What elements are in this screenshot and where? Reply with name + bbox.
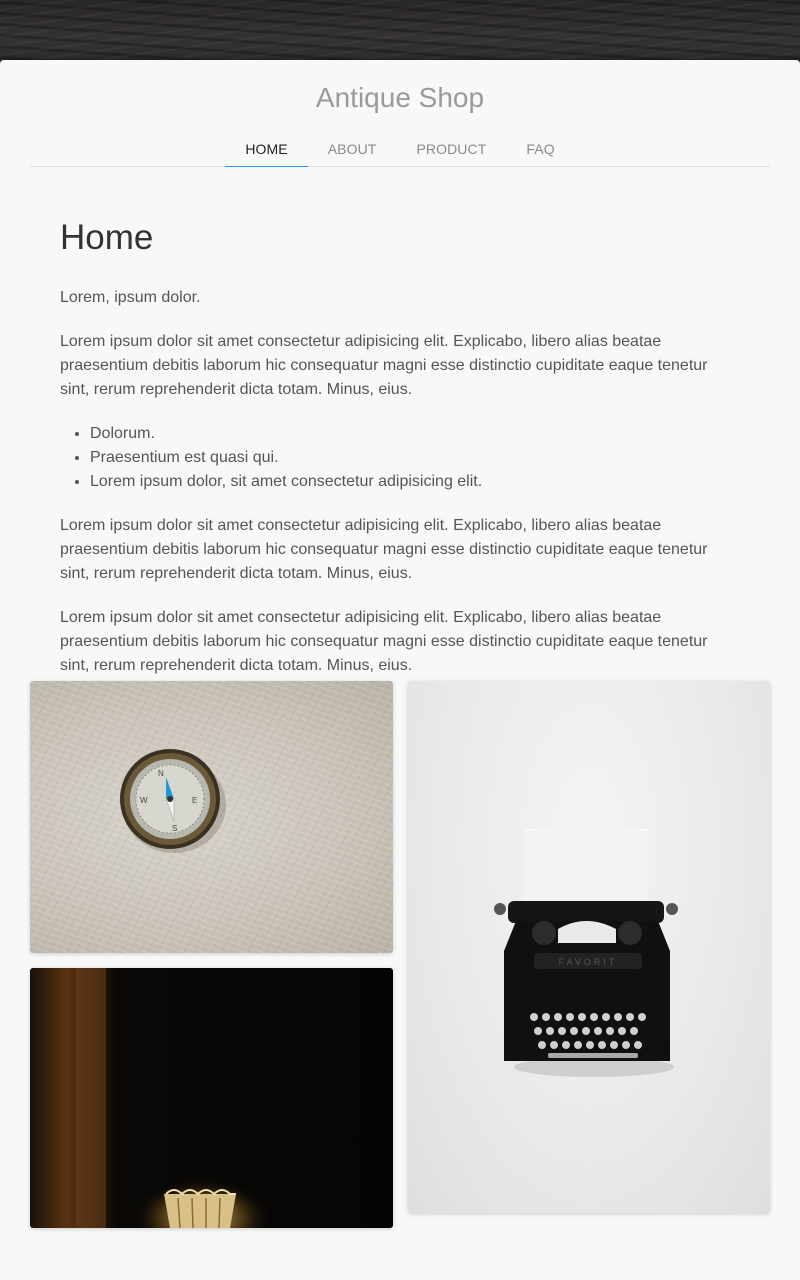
- tab-product[interactable]: PRODUCT: [396, 132, 506, 166]
- compass-photo[interactable]: N E W S: [30, 681, 393, 953]
- site-title: Antique Shop: [315, 82, 485, 113]
- svg-text:E: E: [192, 796, 197, 805]
- compass-icon: N E W S: [120, 749, 226, 853]
- list-item: Dolorum.: [90, 422, 720, 446]
- tab-faq[interactable]: FAQ: [506, 132, 574, 166]
- paragraph: Lorem ipsum dolor sit amet consectetur a…: [60, 517, 708, 582]
- paragraph: Lorem ipsum dolor sit amet consectetur a…: [60, 333, 708, 398]
- lamp-photo[interactable]: [30, 968, 393, 1228]
- typewriter-photo[interactable]: FAVORIT: [408, 681, 770, 1213]
- typewriter-icon: FAVORIT: [494, 827, 678, 1077]
- tab-about[interactable]: ABOUT: [308, 132, 397, 166]
- page-heading: Home: [60, 218, 154, 257]
- svg-text:W: W: [140, 796, 148, 805]
- svg-text:FAVORIT: FAVORIT: [559, 957, 618, 967]
- list-item: Lorem ipsum dolor, sit amet consectetur …: [90, 470, 720, 494]
- intro-text: Lorem, ipsum dolor.: [60, 289, 201, 306]
- tab-home[interactable]: HOME: [225, 132, 309, 167]
- svg-text:S: S: [172, 824, 177, 833]
- main-nav: HOME ABOUT PRODUCT FAQ: [30, 132, 770, 167]
- svg-text:N: N: [158, 769, 164, 778]
- bullet-list: Dolorum. Praesentium est quasi qui. Lore…: [60, 422, 720, 494]
- nav-tabs: HOME ABOUT PRODUCT FAQ: [30, 132, 770, 167]
- lamp-icon: [76, 968, 272, 1228]
- main-content: Home Lorem, ipsum dolor. Lorem ipsum dol…: [60, 216, 720, 698]
- paragraph: Lorem ipsum dolor sit amet consectetur a…: [60, 609, 708, 674]
- list-item: Praesentium est quasi qui.: [90, 446, 720, 470]
